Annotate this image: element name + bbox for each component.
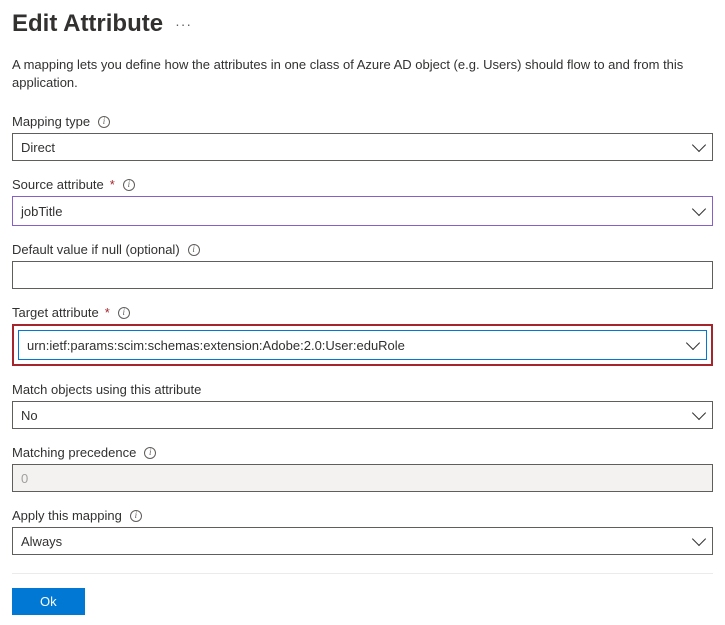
label-mapping-type: Mapping type i <box>12 114 713 129</box>
info-icon[interactable]: i <box>130 510 142 522</box>
field-mapping-type: Mapping type i Direct <box>12 114 713 161</box>
label-text: Matching precedence <box>12 445 136 460</box>
apply-mapping-select[interactable]: Always <box>12 527 713 555</box>
label-text: Apply this mapping <box>12 508 122 523</box>
page-title: Edit Attribute <box>12 10 163 38</box>
field-target-attribute: Target attribute * i urn:ietf:params:sci… <box>12 305 713 366</box>
field-match-objects: Match objects using this attribute No <box>12 382 713 429</box>
field-source-attribute: Source attribute * i jobTitle <box>12 177 713 226</box>
select-value: urn:ietf:params:scim:schemas:extension:A… <box>27 338 405 353</box>
label-text: Mapping type <box>12 114 90 129</box>
match-objects-select[interactable]: No <box>12 401 713 429</box>
required-asterisk: * <box>110 177 115 192</box>
target-attribute-select[interactable]: urn:ietf:params:scim:schemas:extension:A… <box>19 331 706 359</box>
info-icon[interactable]: i <box>144 447 156 459</box>
info-icon[interactable]: i <box>98 116 110 128</box>
label-text: Match objects using this attribute <box>12 382 201 397</box>
info-icon[interactable]: i <box>118 307 130 319</box>
page-description: A mapping lets you define how the attrib… <box>12 56 713 92</box>
chevron-down-icon <box>686 336 700 350</box>
chevron-down-icon <box>692 202 706 216</box>
select-value: Direct <box>21 140 55 155</box>
select-value: No <box>21 408 38 423</box>
label-default-value: Default value if null (optional) i <box>12 242 713 257</box>
input-value: 0 <box>21 471 28 486</box>
select-value: Always <box>21 534 62 549</box>
ok-button[interactable]: Ok <box>12 588 85 615</box>
field-default-value: Default value if null (optional) i <box>12 242 713 289</box>
target-attribute-highlight: urn:ietf:params:scim:schemas:extension:A… <box>12 324 713 366</box>
label-match-objects: Match objects using this attribute <box>12 382 713 397</box>
label-matching-precedence: Matching precedence i <box>12 445 713 460</box>
chevron-down-icon <box>692 138 706 152</box>
label-text: Target attribute <box>12 305 99 320</box>
info-icon[interactable]: i <box>123 179 135 191</box>
info-icon[interactable]: i <box>188 244 200 256</box>
source-attribute-select[interactable]: jobTitle <box>13 197 712 225</box>
label-text: Source attribute <box>12 177 104 192</box>
field-matching-precedence: Matching precedence i 0 <box>12 445 713 492</box>
label-target-attribute: Target attribute * i <box>12 305 713 320</box>
matching-precedence-input: 0 <box>12 464 713 492</box>
default-value-input[interactable] <box>12 261 713 289</box>
select-value: jobTitle <box>21 204 62 219</box>
field-apply-mapping: Apply this mapping i Always <box>12 508 713 555</box>
mapping-type-select[interactable]: Direct <box>12 133 713 161</box>
required-asterisk: * <box>105 305 110 320</box>
label-apply-mapping: Apply this mapping i <box>12 508 713 523</box>
label-source-attribute: Source attribute * i <box>12 177 713 192</box>
chevron-down-icon <box>692 406 706 420</box>
more-actions-button[interactable]: ··· <box>175 16 192 32</box>
label-text: Default value if null (optional) <box>12 242 180 257</box>
chevron-down-icon <box>692 532 706 546</box>
divider <box>12 573 713 574</box>
page-header: Edit Attribute ··· <box>12 10 713 38</box>
